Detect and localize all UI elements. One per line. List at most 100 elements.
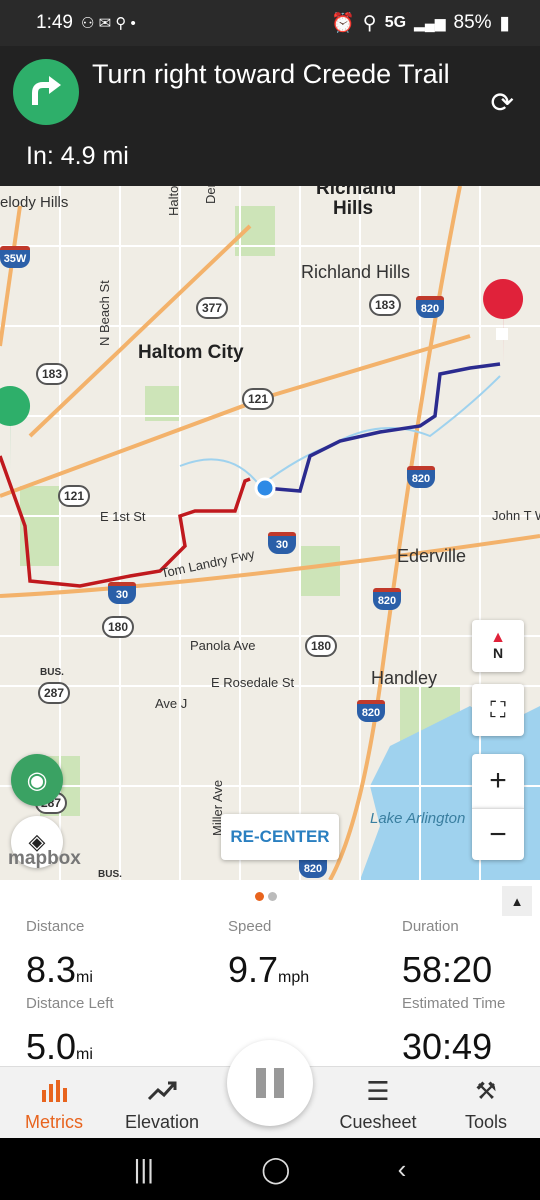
zoom-in-button[interactable]: + [472, 754, 524, 808]
turn-instruction: Turn right toward Creede Trail [92, 59, 450, 89]
lake-label: Lake Arlington [370, 810, 466, 827]
metric-duration: Duration 58:20 [402, 918, 492, 991]
map-view[interactable]: elody Hills Richland Hills Haltom Rd Den… [0, 186, 540, 880]
navigation-banner: Turn right toward Creede Trail ⟳ In: 4.9… [0, 46, 540, 186]
town-label: Handley [371, 668, 438, 688]
bar-chart-icon [40, 1076, 68, 1106]
fullscreen-icon: ⛶ [490, 697, 506, 722]
highway-shield: 183 [369, 294, 401, 316]
bus-label: BUS. [40, 667, 64, 678]
highway-shield: 121 [58, 485, 90, 507]
metric-estimated-time: Estimated Time 30:49 [402, 995, 505, 1068]
metric-distance-left: Distance Left 5.0mi [26, 995, 114, 1068]
interstate-shield: 30 [108, 582, 136, 604]
park-area [300, 546, 340, 596]
tab-metrics[interactable]: Metrics [0, 1067, 108, 1139]
street-label: Ave J [155, 696, 188, 711]
highway-shield: 377 [196, 297, 228, 319]
tab-label: Elevation [124, 1112, 200, 1132]
metrics-panel: ▲ Distance 8.3mi Speed 9.7mph Duration 5… [0, 880, 540, 1068]
metric-value: 9.7mph [228, 949, 310, 990]
plus-icon: + [489, 764, 507, 797]
battery-icon: ▮ [499, 12, 510, 34]
interstate-shield: 30 [268, 532, 296, 554]
home-icon[interactable]: ◯ [261, 1154, 290, 1185]
location-icon: ⚲ [362, 12, 377, 34]
interstate-shield: 820 [416, 296, 444, 318]
pause-button[interactable] [227, 1040, 313, 1126]
minus-icon: − [489, 817, 507, 851]
interstate-shield: 820 [357, 700, 385, 722]
metric-value: 30:49 [402, 1026, 493, 1067]
caret-up-icon: ▲ [510, 893, 524, 909]
street-label: John T W [492, 508, 540, 523]
clock: 1:49 [36, 12, 73, 33]
live-tracking-button[interactable]: ◉ [11, 754, 63, 806]
metric-label: Speed [228, 918, 272, 935]
metric-value: 5.0mi [26, 1026, 93, 1067]
metric-label: Duration [402, 918, 459, 935]
tab-elevation[interactable]: Elevation [108, 1067, 216, 1139]
page-indicator [255, 892, 277, 901]
interstate-shield: 35W [0, 246, 30, 268]
tab-cuesheet[interactable]: ☰ Cuesheet [324, 1067, 432, 1139]
street-label: Haltom Rd [166, 186, 181, 216]
fullscreen-button[interactable]: ⛶ [472, 684, 524, 736]
city-label: Hills [333, 198, 374, 219]
metric-value: 8.3mi [26, 949, 93, 990]
system-navigation-bar: ||| ◯ ‹ [0, 1138, 540, 1200]
recenter-button[interactable]: RE-CENTER [221, 814, 339, 860]
creek [179, 375, 501, 488]
street-label: Panola Ave [190, 638, 256, 653]
street-label: E 1st St [100, 509, 146, 524]
interstate-shield: 820 [373, 588, 401, 610]
metric-distance: Distance 8.3mi [26, 918, 93, 991]
network-type: 5G [384, 14, 407, 31]
start-marker [0, 386, 30, 471]
recent-apps-icon[interactable]: ||| [134, 1154, 154, 1185]
alarm-icon: ⏰ [331, 13, 355, 34]
metric-speed: Speed 9.7mph [228, 918, 309, 991]
turn-right-icon [13, 59, 79, 125]
trend-icon [147, 1076, 177, 1106]
back-icon[interactable]: ‹ [398, 1154, 407, 1185]
city-label: Haltom City [138, 342, 244, 363]
metric-label: Estimated Time [402, 995, 506, 1012]
compass-needle-icon: ▲ [490, 629, 506, 646]
street-label: N Beach St [97, 280, 112, 346]
destination-flag [496, 328, 508, 340]
interstate-shield: 820 [407, 466, 435, 488]
compass-button[interactable]: ▲ N [472, 620, 524, 672]
highway-shield: 287 [38, 682, 70, 704]
compass-north-label: N [492, 645, 504, 661]
tab-tools[interactable]: ⚒ Tools [432, 1067, 540, 1139]
destination-marker [483, 279, 524, 366]
list-icon: ☰ [366, 1075, 390, 1106]
page-dot-active [255, 892, 264, 901]
metric-value: 58:20 [402, 949, 493, 990]
notification-icons: ⚇ ✉ ⚲ • [80, 15, 136, 32]
distance-to-turn: In: 4.9 mi [26, 142, 129, 170]
signal-icon: ▂▄▆ [414, 14, 446, 31]
zoom-out-button[interactable]: − [472, 808, 524, 860]
broadcast-icon: ◉ [26, 766, 48, 794]
metric-label: Distance [26, 918, 85, 935]
town-label: Richland Hills [301, 262, 411, 282]
tab-label: Cuesheet [339, 1112, 417, 1132]
status-bar: 1:49 ⚇ ✉ ⚲ • ⏰ ⚲ 5G ▂▄▆ 85% ▮ [0, 0, 540, 46]
collapse-button[interactable]: ▲ [502, 886, 532, 916]
street-label: E Rosedale St [211, 675, 295, 690]
town-label: Ederville [397, 546, 467, 566]
highway-shield: 183 [36, 363, 68, 385]
highway-shield: 180 [102, 616, 134, 638]
street-label: elody Hills [0, 194, 69, 211]
pause-icon [274, 1068, 284, 1098]
pause-icon [256, 1068, 266, 1098]
tools-icon: ⚒ [475, 1077, 497, 1105]
refresh-icon[interactable]: ⟳ [491, 86, 514, 119]
metric-label: Distance Left [26, 995, 114, 1012]
battery-level: 85% [453, 12, 492, 33]
map-attribution[interactable]: mapbox [8, 848, 81, 870]
tab-label: Metrics [25, 1112, 83, 1132]
tab-label: Tools [464, 1112, 508, 1132]
